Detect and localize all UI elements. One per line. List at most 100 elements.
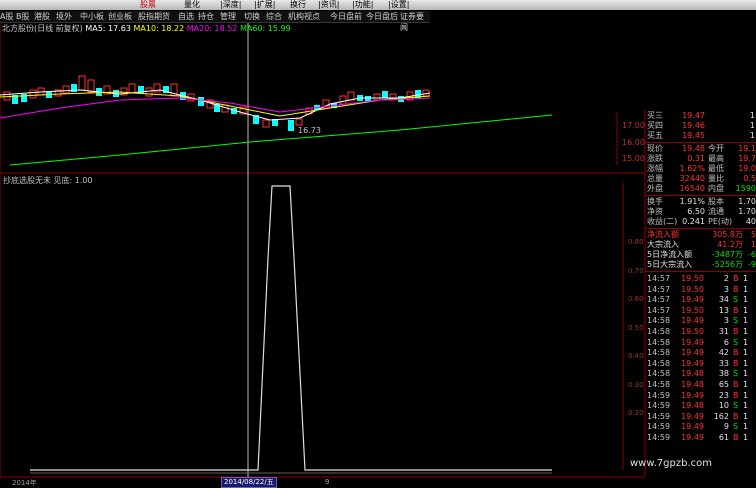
stat-label: 内盘 [708,184,724,193]
tab-3[interactable]: 境外 [56,11,72,22]
tab-7[interactable]: 自选 [178,11,194,22]
tick-time: 14:59 [647,411,671,421]
ask-volume: 1 [749,131,755,140]
menu-news[interactable]: |资讯| [318,0,339,10]
tick-time: 14:58 [647,337,671,347]
tab-9[interactable]: 管理 [220,11,236,22]
ma60-label: MA60: 15.99 [240,24,291,33]
tab-2[interactable]: 港股 [34,11,50,22]
candle [29,89,37,99]
tab-4[interactable]: 中小板 [80,11,104,22]
tick-time: 14:57 [647,305,671,315]
tab-6[interactable]: 股指期货 [138,11,170,22]
tick-row: 14:57 19.50 3 B 1 [647,285,756,295]
ma20-label: MA20: 18.52 [186,24,238,33]
stat-label: 总量 [647,174,663,183]
tick-price: 19.49 [681,348,704,358]
stat-value: 0.241 [682,217,705,226]
tab-0[interactable]: A股 [0,11,13,22]
stat-label: 最高 [708,154,724,163]
tab-13[interactable]: 今日盘前 [330,11,362,22]
price-tick: 16.00 [622,138,645,147]
ask-row: 买四 19.46 1 [645,121,756,131]
menu-function[interactable]: |功能| [352,0,373,10]
tick-extra: 1 [743,274,749,283]
tick-price: 19.50 [681,327,704,336]
tick-time: 14:58 [647,358,671,368]
stat-value: 1.70 [738,207,756,216]
indicator-tick: 0.50 [628,324,644,332]
flow-extra: -9 [748,260,756,269]
tick-time: 14:58 [647,380,671,389]
menu-quant[interactable]: 量化 [184,0,200,10]
stat-label: 净资 [647,207,663,216]
tab-12[interactable]: 机构视点 [288,11,320,22]
stat-row: 现价 19.48 今开 19.1 [645,144,756,154]
tick-row: 14:58 19.49 3 S 1 [647,316,756,326]
candle [3,91,11,101]
tick-side: B [733,274,739,283]
indicator-tick: 0.80 [628,238,644,246]
tick-side: B [733,327,739,336]
flow-row: 净流入额 305.8万 5 [645,230,756,240]
flow-value: -5256万 [711,260,743,269]
indicator-tick: 0.60 [628,295,644,303]
menu-wrap[interactable]: 换行 [290,0,306,10]
chart-title: 北方股份(日线 前复权) [2,24,83,33]
stat-value: 19.7 [738,154,756,163]
tick-side: S [733,316,739,326]
tick-side: B [733,284,739,294]
menu-depth[interactable]: |深度| [220,0,241,10]
stat-value: 1.70 [738,197,756,206]
flow-label: 5日大宗流入 [647,260,693,269]
tab-5[interactable]: 创业板 [108,11,132,22]
tick-price: 19.49 [681,433,704,442]
market-tab-bar: A股 B股 港股 境外 中小板 创业板 股指期货 自选 持仓 管理 切换 综合 机构视点 今日盘前 今日盘后… [0,11,430,32]
flow-row: 5日净流入额 -3487万 -6 [645,250,756,260]
tick-row: 14:57 19.50 2 B 1 [647,274,756,284]
date-cursor-label: 2014/08/22/五 [221,477,277,488]
tab-11[interactable]: 综合 [266,11,282,22]
menu-extend[interactable]: |扩展| [254,0,275,10]
flow-value: -3487万 [711,250,743,259]
tick-extra: 1 [743,380,749,389]
indicator-line [30,185,552,471]
candle [347,91,355,101]
tick-time: 14:59 [647,433,671,442]
tick-price: 19.48 [681,380,704,389]
tick-volume: 33 [718,358,729,368]
tab-8[interactable]: 持仓 [198,11,214,22]
separator [645,228,756,229]
flow-row: 大宗流入 41.2万 1 [645,240,756,250]
menu-stock[interactable]: 股票 [140,0,156,10]
ask-price: 19.46 [682,121,705,130]
tick-side: B [733,380,739,389]
tick-price: 19.48 [681,369,704,379]
tick-side: B [733,348,739,358]
flow-row: 5日大宗流入 -5256万 -9 [645,260,756,270]
flow-extra: 1 [750,240,756,249]
indicator-tick: 0.40 [628,352,644,360]
stat-value: 40 [745,217,756,226]
tick-side: B [733,358,739,368]
tab-15[interactable]: 证券要闻 [400,11,430,32]
separator [645,142,756,143]
flow-extra: 5 [750,230,756,239]
tab-1[interactable]: B股 [16,11,30,22]
tick-row: 14:58 19.48 65 B 1 [647,380,756,390]
tick-price: 19.49 [681,422,704,432]
tick-extra: 1 [743,284,749,294]
stat-label: PE(动) [708,217,733,226]
stat-value: 19.0 [738,164,756,173]
stat-value: 1.91% [679,197,705,206]
menu-settings[interactable]: |设置| [388,0,409,10]
tick-time: 14:59 [647,390,671,400]
tick-price: 19.50 [681,274,704,283]
separator [645,195,756,196]
tick-side: B [733,411,739,421]
tick-volume: 65 [718,380,729,389]
tab-10[interactable]: 切换 [244,11,260,22]
ask-label: 买三 [647,111,663,120]
tick-extra: 1 [743,369,749,379]
tab-14[interactable]: 今日盘后 [366,11,398,22]
